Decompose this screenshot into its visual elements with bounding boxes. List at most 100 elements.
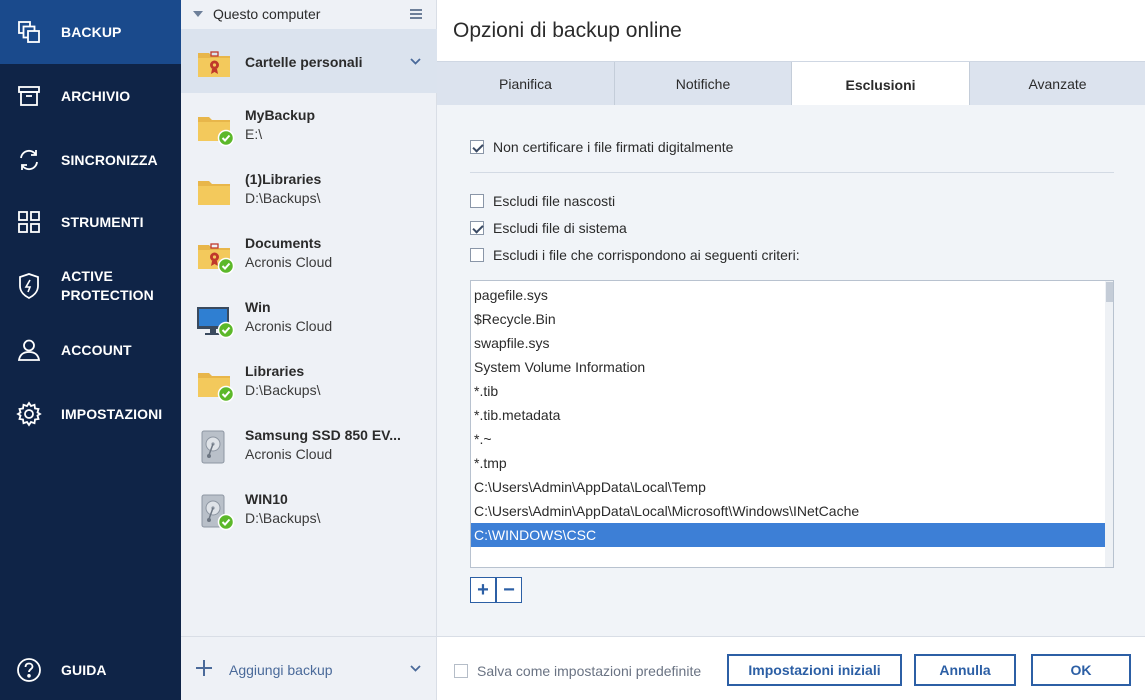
reset-settings-button[interactable]: Impostazioni iniziali <box>727 654 902 686</box>
add-backup-label[interactable]: Aggiungi backup <box>229 662 333 678</box>
list-item[interactable]: System Volume Information <box>471 355 1105 379</box>
backup-item-win[interactable]: Win Acronis Cloud <box>181 285 437 349</box>
exclude-hidden-label: Escludi file nascosti <box>493 193 616 209</box>
backup-item-location: Acronis Cloud <box>245 318 333 334</box>
exclusion-list[interactable]: pagefile.sys $Recycle.Bin swapfile.sys S… <box>470 280 1114 568</box>
backup-item-samsung-ssd[interactable]: Samsung SSD 850 EV... Acronis Cloud <box>181 413 437 477</box>
save-default-option[interactable]: Salva come impostazioni predefinite <box>454 663 701 679</box>
list-item[interactable]: *.tib.metadata <box>471 403 1105 427</box>
exclude-hidden-option[interactable]: Escludi file nascosti <box>470 193 615 209</box>
tab-notifications[interactable]: Notifiche <box>615 62 792 106</box>
backup-options-panel: Opzioni di backup online Pianifica Notif… <box>437 0 1145 700</box>
list-item[interactable]: C:\Users\Admin\AppData\Local\Microsoft\W… <box>471 499 1105 523</box>
backup-item-name: Libraries <box>245 363 305 379</box>
archive-icon <box>16 83 42 109</box>
divider <box>470 172 1114 173</box>
chevron-down-icon[interactable] <box>410 665 421 672</box>
backup-item-name: Win <box>245 299 271 315</box>
help-icon <box>16 657 42 683</box>
nav-label-archive: ARCHIVIO <box>61 87 131 104</box>
backup-item-libraries[interactable]: Libraries D:\Backups\ <box>181 349 437 413</box>
monitor-icon <box>197 307 235 339</box>
list-item[interactable]: pagefile.sys <box>471 283 1105 307</box>
hamburger-menu-icon[interactable] <box>410 9 422 19</box>
nav-label-backup: BACKUP <box>61 23 122 40</box>
tab-schedule[interactable]: Pianifica <box>437 62 615 106</box>
options-tabs: Pianifica Notifiche Esclusioni Avanzate <box>437 61 1145 107</box>
backup-source-panel: Questo computer Cartelle personali MyBac… <box>181 0 437 700</box>
list-item[interactable]: *.tib <box>471 379 1105 403</box>
nav-item-account[interactable]: ACCOUNT <box>0 318 181 382</box>
backup-item-location: D:\Backups\ <box>245 510 321 526</box>
backup-item-1-libraries[interactable]: (1)Libraries D:\Backups\ <box>181 157 437 221</box>
save-default-label: Salva come impostazioni predefinite <box>477 663 702 679</box>
list-item[interactable]: *.~ <box>471 427 1105 451</box>
personal-folder-icon <box>198 51 230 77</box>
add-backup-bar[interactable]: Aggiungi backup <box>181 636 437 700</box>
backup-item-win10[interactable]: WIN10 D:\Backups\ <box>181 477 437 541</box>
backup-item-name: Documents <box>245 235 322 251</box>
list-item[interactable]: $Recycle.Bin <box>471 307 1105 331</box>
list-scrollbar[interactable] <box>1105 281 1113 567</box>
collapse-triangle-icon[interactable] <box>193 11 203 17</box>
page-title: Opzioni di backup online <box>453 19 682 42</box>
backup-item-name: Samsung SSD 850 EV... <box>245 427 401 443</box>
list-item[interactable]: C:\Users\Admin\AppData\Local\Temp <box>471 475 1105 499</box>
backup-item-documents[interactable]: Documents Acronis Cloud <box>181 221 437 285</box>
plus-icon <box>196 660 212 676</box>
backup-item-name: WIN10 <box>245 491 288 507</box>
nav-label-account: ACCOUNT <box>61 341 132 358</box>
exclude-criteria-option[interactable]: Escludi i file che corrispondono ai segu… <box>470 247 800 263</box>
nav-item-active-protection[interactable]: ACTIVE PROTECTION <box>0 254 181 318</box>
backup-icon <box>16 19 42 45</box>
backup-item-name: Cartelle personali <box>245 54 363 70</box>
disk-icon <box>201 494 235 531</box>
exclude-system-checkbox[interactable] <box>470 221 484 235</box>
nav-item-sync[interactable]: SINCRONIZZA <box>0 128 181 192</box>
nav-item-help[interactable]: GUIDA <box>0 638 181 700</box>
backup-item-location: Acronis Cloud <box>245 446 333 462</box>
list-item-selected[interactable]: C:\WINDOWS\CSC <box>471 523 1105 547</box>
save-default-checkbox[interactable] <box>454 664 468 678</box>
no-certify-label: Non certificare i file firmati digitalme… <box>493 139 734 155</box>
remove-exclusion-button[interactable]: − <box>496 577 522 603</box>
source-group-header[interactable]: Questo computer <box>181 0 437 29</box>
backup-item-personal-folders[interactable]: Cartelle personali <box>181 29 437 93</box>
backup-item-location: D:\Backups\ <box>245 190 321 206</box>
cancel-button[interactable]: Annulla <box>914 654 1016 686</box>
ok-button[interactable]: OK <box>1031 654 1131 686</box>
nav-label-tools: STRUMENTI <box>61 213 144 230</box>
backup-item-mybackup[interactable]: MyBackup E:\ <box>181 93 437 157</box>
user-icon <box>16 337 42 363</box>
nav-item-settings[interactable]: IMPOSTAZIONI <box>0 382 181 446</box>
exclude-system-option[interactable]: Escludi file di sistema <box>470 220 627 236</box>
backup-item-location: D:\Backups\ <box>245 382 321 398</box>
exclude-criteria-checkbox[interactable] <box>470 248 484 262</box>
no-certify-option[interactable]: Non certificare i file firmati digitalme… <box>470 139 733 155</box>
backup-item-location: Acronis Cloud <box>245 254 333 270</box>
nav-label-active-protection: ACTIVE PROTECTION <box>61 268 154 303</box>
exclusions-content: Non certificare i file firmati digitalme… <box>437 105 1145 636</box>
chevron-down-icon[interactable] <box>410 58 421 65</box>
list-item[interactable]: swapfile.sys <box>471 331 1105 355</box>
backup-item-location: E:\ <box>245 126 263 142</box>
folder-icon <box>198 373 235 403</box>
backup-item-name: (1)Libraries <box>245 171 322 187</box>
add-exclusion-button[interactable]: + <box>470 577 496 603</box>
nav-label-settings: IMPOSTAZIONI <box>61 405 163 422</box>
nav-item-backup[interactable]: BACKUP <box>0 0 181 64</box>
sync-icon <box>16 147 42 173</box>
list-item[interactable]: *.tmp <box>471 451 1105 475</box>
folder-icon <box>198 117 235 147</box>
tab-advanced[interactable]: Avanzate <box>970 62 1145 106</box>
nav-label-help: GUIDA <box>61 661 107 678</box>
nav-item-archive[interactable]: ARCHIVIO <box>0 64 181 128</box>
no-certify-checkbox[interactable] <box>470 140 484 154</box>
tab-exclusions[interactable]: Esclusioni <box>792 62 970 107</box>
scrollbar-thumb[interactable] <box>1106 282 1113 302</box>
exclude-system-label: Escludi file di sistema <box>493 220 627 236</box>
disk-icon <box>201 430 225 464</box>
personal-folder-icon <box>198 243 235 275</box>
nav-item-tools[interactable]: STRUMENTI <box>0 190 181 254</box>
exclude-hidden-checkbox[interactable] <box>470 194 484 208</box>
